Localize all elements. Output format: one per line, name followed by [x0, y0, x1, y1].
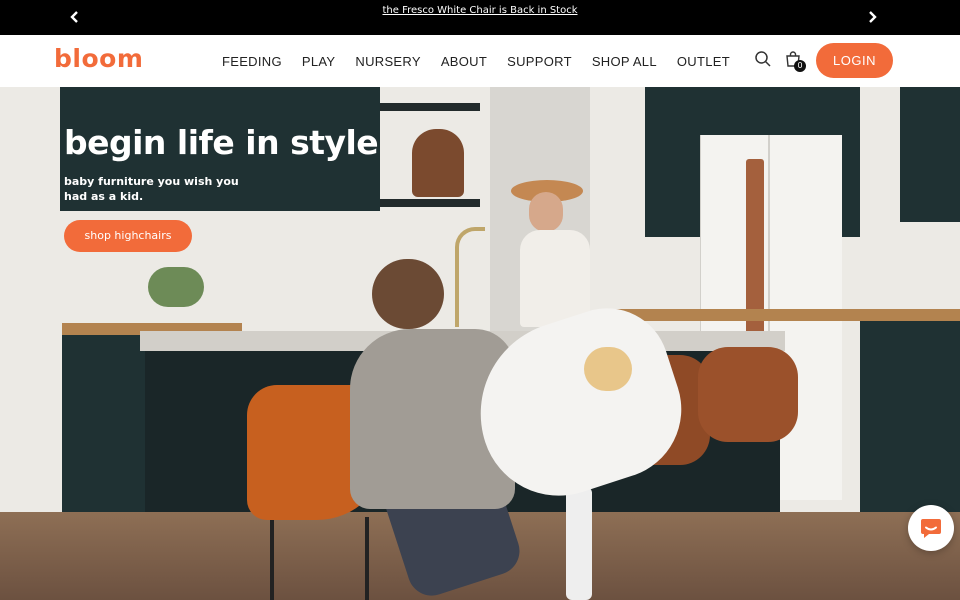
nav-item-nursery[interactable]: NURSERY — [355, 54, 420, 69]
nav-item-about[interactable]: ABOUT — [441, 54, 487, 69]
boy-head — [372, 259, 444, 329]
hero-section: begin life in style baby furniture you w… — [0, 87, 960, 600]
site-header: bloom FEEDING PLAY NURSERY ABOUT SUPPORT… — [0, 35, 960, 87]
cutting-board — [412, 129, 464, 197]
potted-plant — [148, 267, 204, 307]
baby-head — [584, 347, 632, 391]
nav-item-support[interactable]: SUPPORT — [507, 54, 572, 69]
refrigerator-seam — [768, 135, 770, 363]
announcement-next-button[interactable] — [863, 8, 881, 26]
nav-item-play[interactable]: PLAY — [302, 54, 335, 69]
highchair-stem — [566, 487, 592, 600]
chevron-right-icon — [869, 11, 877, 23]
shop-highchairs-button[interactable]: shop highchairs — [64, 220, 192, 252]
bar-stool — [698, 347, 798, 442]
announcement-bar: the Fresco White Chair is Back in Stock — [0, 0, 960, 35]
stool-leg — [365, 517, 369, 600]
lower-cabinet — [62, 335, 152, 525]
announcement-message[interactable]: the Fresco White Chair is Back in Stock — [0, 0, 960, 35]
search-icon — [755, 51, 771, 67]
chat-bubble-icon — [921, 519, 941, 538]
woman-body — [520, 230, 590, 327]
cart-count-badge: 0 — [794, 60, 806, 72]
chat-button[interactable] — [908, 505, 954, 551]
upper-cabinet — [900, 87, 960, 222]
countertop — [605, 309, 960, 321]
search-button[interactable] — [754, 50, 774, 70]
login-button[interactable]: LOGIN — [816, 43, 893, 78]
main-nav: FEEDING PLAY NURSERY ABOUT SUPPORT SHOP … — [212, 35, 740, 87]
hero-title: begin life in style — [64, 123, 379, 162]
nav-item-feeding[interactable]: FEEDING — [222, 54, 282, 69]
shelf — [380, 103, 480, 111]
stool-leg — [270, 507, 274, 600]
hero-subtitle: baby furniture you wish you had as a kid… — [64, 175, 239, 203]
faucet — [455, 227, 485, 327]
logo[interactable]: bloom — [54, 44, 143, 73]
shelf — [380, 199, 480, 207]
nav-item-shop-all[interactable]: SHOP ALL — [592, 54, 657, 69]
woman-head — [529, 192, 563, 232]
nav-item-outlet[interactable]: OUTLET — [677, 54, 730, 69]
